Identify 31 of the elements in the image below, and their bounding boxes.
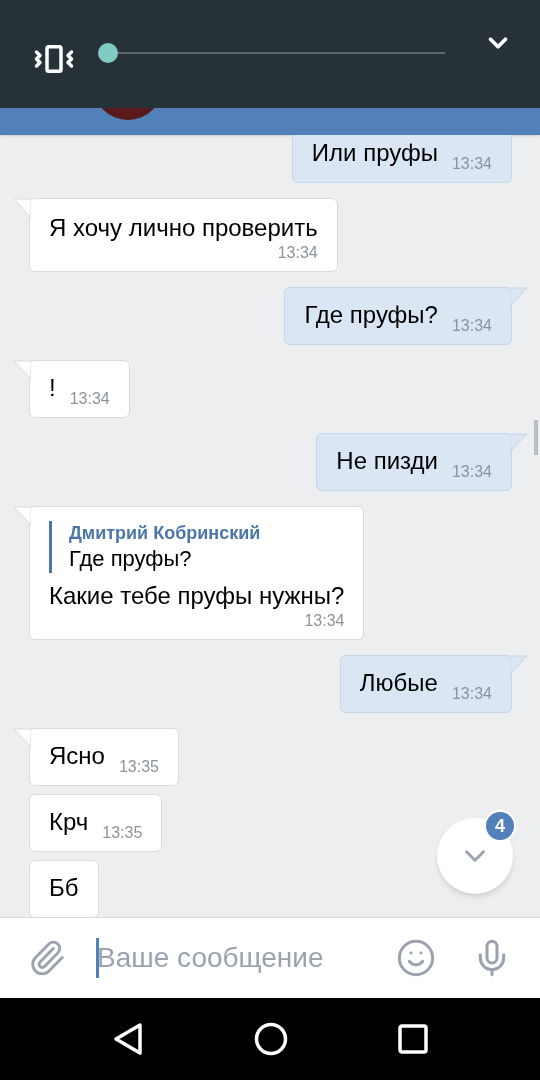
message-text: Бб [49, 873, 79, 903]
unread-badge: 4 [484, 810, 516, 842]
message-time: 13:35 [118, 757, 159, 777]
message-time: 13:34 [451, 462, 492, 482]
slider-thumb[interactable] [98, 43, 118, 63]
quote-author: Дмитрий Кобринский [69, 522, 262, 545]
home-icon[interactable] [254, 1022, 288, 1056]
message-text: Ясно [49, 741, 105, 771]
message-text: Я хочу лично проверить [49, 213, 318, 243]
message-time: 13:34 [451, 316, 492, 336]
message-text: Крч [49, 807, 89, 837]
message-time: 13:34 [277, 243, 318, 263]
message-time: 13:35 [102, 823, 143, 843]
message-time: 13:34 [304, 611, 345, 631]
message-text: Какие тебе пруфы нужны? [49, 581, 345, 611]
scroll-down-button[interactable] [437, 818, 513, 894]
volume-slider[interactable] [98, 43, 445, 63]
message-text: ! [49, 373, 56, 403]
message-time: 13:34 [451, 684, 492, 704]
message-text: Не пизди [336, 446, 438, 476]
scrollbar [534, 420, 538, 455]
message-time: 13:34 [69, 389, 110, 409]
message-time: 13:34 [451, 154, 492, 174]
recents-icon[interactable] [398, 1024, 428, 1054]
smiley-icon[interactable] [396, 938, 436, 978]
back-icon[interactable] [112, 1022, 144, 1056]
message-text: Или пруфы [311, 138, 438, 168]
message-text: Где пруфы? [304, 300, 438, 330]
quote-text: Где пруфы? [69, 545, 193, 573]
paperclip-icon[interactable] [28, 939, 66, 977]
message-text: Любые [359, 668, 438, 698]
